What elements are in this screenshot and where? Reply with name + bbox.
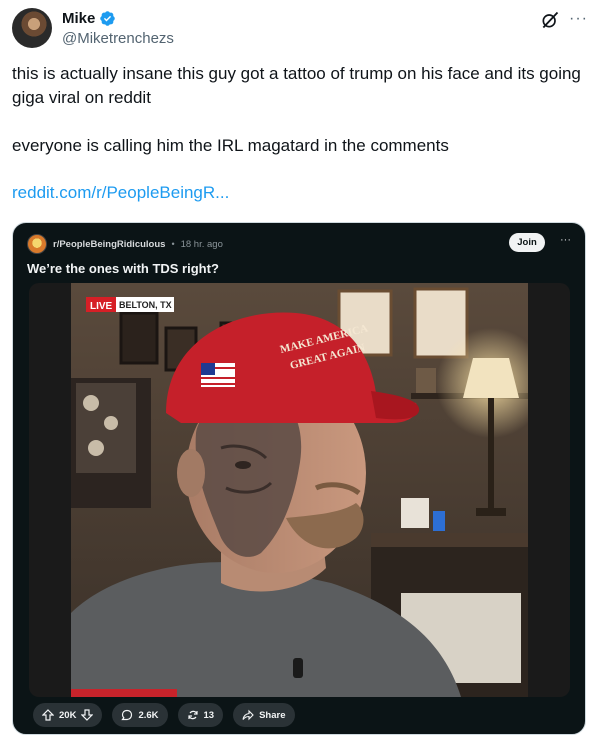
tweet-paragraph: everyone is calling him the IRL magatard… (12, 136, 449, 155)
crosspost-count: 13 (203, 709, 215, 721)
display-name[interactable]: Mike (62, 10, 95, 27)
subreddit-avatar-icon[interactable] (27, 234, 47, 254)
more-icon[interactable]: ··· (569, 10, 588, 28)
share-icon (242, 709, 254, 721)
join-button[interactable]: Join (509, 233, 545, 252)
comments-button[interactable]: 2.6K (112, 703, 168, 727)
downvote-icon[interactable] (81, 709, 94, 721)
tweet-header: Mike @Miketrenchezs ··· (12, 8, 588, 52)
author-handle[interactable]: @Miketrenchezs (62, 30, 174, 47)
share-label: Share (259, 709, 286, 721)
separator-dot: • (171, 239, 175, 249)
avatar[interactable] (12, 8, 52, 48)
vote-pill: 20K (33, 703, 103, 727)
post-title[interactable]: We’re the ones with TDS right? (27, 261, 219, 276)
location-label: BELTON, TX (119, 300, 172, 310)
verified-badge-icon (100, 11, 116, 26)
author-name-row: Mike (62, 10, 116, 27)
upvote-count: 20K (59, 709, 77, 721)
card-actions: 20K 2.6K 13 Share (33, 703, 295, 727)
post-time: 18 hr. ago (180, 238, 223, 250)
comment-count: 2.6K (138, 709, 159, 721)
upvote-icon[interactable] (42, 709, 54, 721)
crosspost-icon (187, 710, 198, 720)
reddit-card[interactable]: r/PeopleBeingRidiculous • 18 hr. ago Joi… (12, 222, 586, 735)
comment-icon (121, 709, 133, 721)
card-header: r/PeopleBeingRidiculous • 18 hr. ago Joi… (27, 233, 573, 255)
subreddit-name[interactable]: r/PeopleBeingRidiculous (53, 239, 165, 250)
live-badge: LIVE (90, 301, 113, 312)
card-more-icon[interactable]: ··· (560, 234, 571, 246)
video-frame[interactable]: MAKE AMERICA GREAT AGAIN LIVE BELTON, TX (71, 283, 528, 697)
grok-icon[interactable] (540, 10, 560, 30)
video-player[interactable]: MAKE AMERICA GREAT AGAIN LIVE BELTON, TX (29, 283, 570, 697)
tweet-link[interactable]: reddit.com/r/PeopleBeingR... (12, 183, 229, 203)
video-still: MAKE AMERICA GREAT AGAIN LIVE BELTON, TX (71, 283, 528, 697)
tweet-body: this is actually insane this guy got a t… (12, 62, 582, 182)
crosspost-button[interactable]: 13 (177, 703, 224, 727)
tweet-paragraph: this is actually insane this guy got a t… (12, 64, 581, 107)
share-button[interactable]: Share (233, 703, 295, 727)
